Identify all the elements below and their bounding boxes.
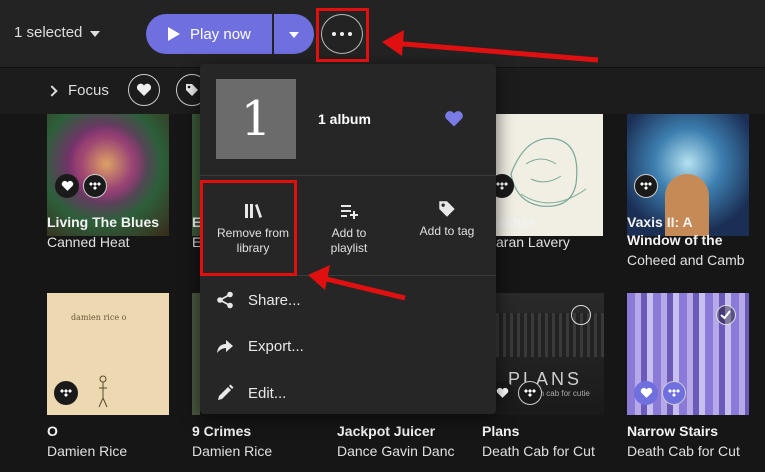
annotation-arrows: [308, 30, 599, 301]
